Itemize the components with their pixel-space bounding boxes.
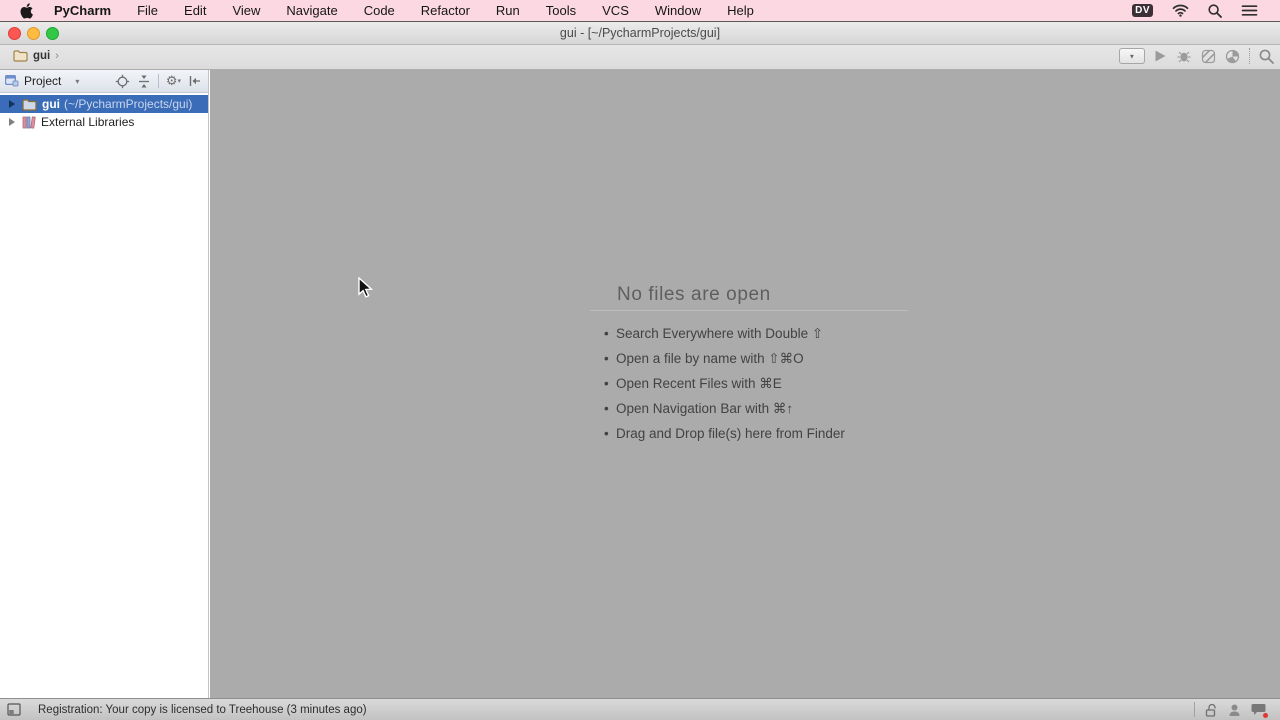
run-configuration-select[interactable]: ▼ bbox=[1119, 48, 1145, 64]
project-tool-window: Project ▾ ⚙▾ gui (~/PycharmProjects bbox=[0, 70, 209, 698]
menubar-app-name[interactable]: PyCharm bbox=[54, 3, 111, 18]
apple-menu-icon[interactable] bbox=[20, 3, 34, 19]
unlock-icon[interactable] bbox=[1205, 703, 1218, 717]
menu-run[interactable]: Run bbox=[496, 3, 520, 18]
notification-dot bbox=[1263, 713, 1268, 718]
notification-center-icon[interactable] bbox=[1241, 4, 1258, 17]
breadcrumb[interactable]: gui › bbox=[13, 49, 59, 62]
tip-search-everywhere: Search Everywhere with Double ⇧ bbox=[590, 321, 908, 346]
status-message: Registration: Your copy is licensed to T… bbox=[38, 704, 367, 716]
tree-item-name[interactable]: External Libraries bbox=[41, 115, 134, 129]
gear-dropdown-arrow: ▾ bbox=[177, 77, 181, 85]
menu-window[interactable]: Window bbox=[655, 3, 701, 18]
panel-header-divider bbox=[158, 74, 159, 88]
collapse-all-icon[interactable] bbox=[137, 74, 151, 89]
menu-code[interactable]: Code bbox=[364, 3, 395, 18]
macos-menu-bar: PyCharm File Edit View Navigate Code Ref… bbox=[0, 0, 1280, 22]
menu-tools[interactable]: Tools bbox=[546, 3, 576, 18]
breadcrumb-chevron-icon: › bbox=[55, 50, 59, 62]
search-everywhere-icon[interactable] bbox=[1259, 49, 1274, 64]
toolbar-divider bbox=[1249, 48, 1250, 64]
expand-arrow-icon[interactable] bbox=[9, 100, 15, 108]
dv-status-badge[interactable]: DV bbox=[1132, 4, 1153, 17]
empty-state-heading: No files are open bbox=[590, 284, 908, 311]
hide-panel-icon[interactable] bbox=[188, 74, 202, 88]
zoom-window-button[interactable] bbox=[46, 27, 59, 40]
coverage-button[interactable] bbox=[1201, 49, 1216, 64]
profiler-button[interactable] bbox=[1225, 49, 1240, 64]
ide-toolbar: gui › ▼ bbox=[0, 45, 1280, 70]
status-bar: Registration: Your copy is licensed to T… bbox=[0, 698, 1280, 720]
gear-glyph: ⚙ bbox=[166, 75, 178, 88]
panel-settings-gear-icon[interactable]: ⚙▾ bbox=[166, 75, 181, 88]
tip-drag-and-drop: Drag and Drop file(s) here from Finder bbox=[590, 421, 908, 446]
toolwindow-toggle-icon[interactable] bbox=[7, 703, 21, 716]
minimize-window-button[interactable] bbox=[27, 27, 40, 40]
wifi-icon[interactable] bbox=[1172, 4, 1189, 17]
tree-item-external-libraries[interactable]: External Libraries bbox=[0, 113, 208, 131]
menu-refactor[interactable]: Refactor bbox=[421, 3, 470, 18]
project-tab-icon bbox=[4, 74, 19, 88]
breadcrumb-project-name[interactable]: gui bbox=[33, 50, 50, 62]
close-window-button[interactable] bbox=[8, 27, 21, 40]
menu-file[interactable]: File bbox=[137, 3, 158, 18]
project-tab-dropdown-icon[interactable]: ▾ bbox=[75, 77, 79, 86]
locate-file-icon[interactable] bbox=[115, 74, 130, 89]
debug-button[interactable] bbox=[1176, 49, 1192, 64]
window-title: gui - [~/PycharmProjects/gui] bbox=[0, 26, 1280, 40]
tree-item-gui-project[interactable]: gui (~/PycharmProjects/gui) bbox=[0, 95, 208, 113]
tip-open-recent-files: Open Recent Files with ⌘E bbox=[590, 371, 908, 396]
menu-vcs[interactable]: VCS bbox=[602, 3, 629, 18]
statusbar-divider bbox=[1194, 702, 1195, 717]
run-button[interactable] bbox=[1154, 49, 1167, 63]
project-panel-header: Project ▾ ⚙▾ bbox=[0, 70, 208, 93]
project-folder-icon bbox=[13, 49, 28, 62]
menu-edit[interactable]: Edit bbox=[184, 3, 206, 18]
menu-help[interactable]: Help bbox=[727, 3, 754, 18]
project-tree: gui (~/PycharmProjects/gui) External Lib… bbox=[0, 95, 208, 131]
project-tab-label[interactable]: Project bbox=[24, 74, 61, 88]
mouse-cursor bbox=[357, 277, 376, 304]
empty-state-tips: Search Everywhere with Double ⇧ Open a f… bbox=[590, 321, 908, 446]
libraries-icon bbox=[22, 116, 36, 129]
event-log-bubble-icon[interactable] bbox=[1251, 703, 1266, 716]
tree-item-name[interactable]: gui bbox=[42, 97, 60, 111]
menu-navigate[interactable]: Navigate bbox=[286, 3, 337, 18]
spotlight-search-icon[interactable] bbox=[1208, 4, 1222, 18]
tree-item-path: (~/PycharmProjects/gui) bbox=[64, 97, 192, 111]
hector-inspector-icon[interactable] bbox=[1228, 703, 1241, 717]
window-title-bar: gui - [~/PycharmProjects/gui] bbox=[0, 22, 1280, 45]
folder-icon bbox=[22, 98, 37, 111]
empty-state-panel: No files are open Search Everywhere with… bbox=[590, 284, 908, 446]
tip-open-navigation-bar: Open Navigation Bar with ⌘↑ bbox=[590, 396, 908, 421]
tip-open-file-by-name: Open a file by name with ⇧⌘O bbox=[590, 346, 908, 371]
expand-arrow-icon[interactable] bbox=[9, 118, 15, 126]
combo-arrow-icon: ▼ bbox=[1129, 52, 1135, 59]
menu-view[interactable]: View bbox=[232, 3, 260, 18]
